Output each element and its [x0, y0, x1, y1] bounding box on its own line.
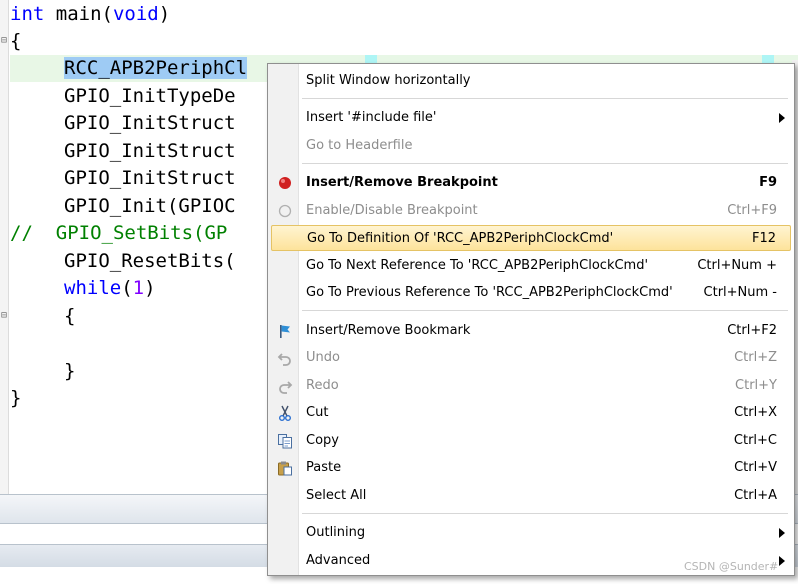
- number-literal: 1: [132, 277, 145, 299]
- menu-item-shortcut: Ctrl+F2: [727, 323, 777, 338]
- menu-item-copy[interactable]: Copy Ctrl+C: [271, 428, 791, 454]
- code-text: main(: [44, 3, 113, 25]
- menu-item-shortcut: Ctrl+Num +: [697, 258, 777, 273]
- keyword-while: while: [64, 277, 122, 299]
- keyword-void: void: [112, 3, 159, 25]
- menu-separator: [302, 98, 788, 99]
- menu-item-label: Go To Previous Reference To 'RCC_APB2Per…: [306, 285, 673, 300]
- menu-item-undo[interactable]: Undo Ctrl+Z: [271, 345, 791, 371]
- fold-marker-main[interactable]: ⊟: [0, 36, 8, 46]
- menu-item-shortcut: Ctrl+Y: [735, 378, 777, 393]
- menu-item-shortcut: Ctrl+V: [734, 460, 777, 475]
- code-line-9-comment: // GPIO_SetBits(GP: [10, 222, 228, 244]
- breakpoint-icon: [279, 177, 291, 189]
- code-text: ): [144, 277, 156, 299]
- paste-icon: [278, 461, 292, 476]
- menu-item-shortcut: Ctrl+C: [733, 433, 777, 448]
- code-line-5: GPIO_InitStruct: [64, 112, 236, 134]
- submenu-arrow-icon: [779, 528, 785, 538]
- code-line-10: GPIO_ResetBits(: [64, 250, 236, 272]
- code-line-14: }: [10, 387, 22, 409]
- submenu-arrow-icon: [779, 556, 785, 566]
- menu-item-shortcut: Ctrl+F9: [727, 203, 777, 218]
- bookmark-flag-icon: [280, 325, 290, 338]
- menu-item-go-to-next-reference[interactable]: Go To Next Reference To 'RCC_APB2PeriphC…: [271, 253, 791, 279]
- menu-item-insert-remove-bookmark[interactable]: Insert/Remove Bookmark Ctrl+F2: [271, 318, 791, 344]
- submenu-arrow-icon: [779, 113, 785, 123]
- menu-item-label: Select All: [306, 488, 367, 503]
- menu-item-go-to-headerfile[interactable]: Go to Headerfile: [271, 133, 791, 159]
- menu-item-shortcut: Ctrl+X: [734, 405, 777, 420]
- menu-item-insert-include[interactable]: Insert '#include file': [271, 105, 791, 131]
- code-text: ): [158, 3, 171, 25]
- code-line-2: {: [10, 30, 22, 52]
- menu-item-label: Insert/Remove Breakpoint: [306, 175, 498, 190]
- code-line-7: GPIO_InitStruct: [64, 167, 236, 189]
- keyword-int: int: [10, 3, 45, 25]
- undo-icon: [277, 353, 291, 366]
- code-line-6: GPIO_InitStruct: [64, 140, 236, 162]
- fold-marker-while[interactable]: ⊟: [0, 311, 8, 321]
- menu-item-label: Insert/Remove Bookmark: [306, 323, 471, 338]
- code-line-11: while(1): [64, 275, 156, 302]
- menu-item-paste[interactable]: Paste Ctrl+V: [271, 455, 791, 481]
- menu-item-go-to-definition[interactable]: Go To Definition Of 'RCC_APB2PeriphClock…: [271, 225, 791, 251]
- menu-item-split-window[interactable]: Split Window horizontally: [271, 68, 791, 94]
- code-line-1: int main(void): [10, 1, 170, 28]
- menu-item-label: Paste: [306, 460, 342, 475]
- menu-item-cut[interactable]: Cut Ctrl+X: [271, 400, 791, 426]
- code-line-4: GPIO_InitTypeDe: [64, 85, 236, 107]
- menu-item-label: Outlining: [306, 525, 366, 540]
- menu-item-select-all[interactable]: Select All Ctrl+A: [271, 483, 791, 509]
- context-menu: Split Window horizontally Insert '#inclu…: [267, 63, 795, 576]
- copy-icon: [278, 434, 292, 449]
- menu-item-label: Advanced: [306, 553, 371, 568]
- editor-gutter: [0, 0, 9, 494]
- code-line-3: RCC_APB2PeriphCl: [64, 55, 248, 82]
- watermark: CSDN @Sunder#: [684, 560, 779, 573]
- menu-item-redo[interactable]: Redo Ctrl+Y: [271, 373, 791, 399]
- menu-item-label: Enable/Disable Breakpoint: [306, 203, 478, 218]
- code-text: (: [121, 277, 133, 299]
- menu-item-label: Copy: [306, 433, 339, 448]
- code-line-12: {: [64, 305, 76, 327]
- scissors-icon: [279, 405, 291, 421]
- menu-separator: [302, 163, 788, 164]
- menu-item-label: Undo: [306, 350, 340, 365]
- menu-item-label: Split Window horizontally: [306, 73, 471, 88]
- menu-item-label: Redo: [306, 378, 339, 393]
- menu-item-shortcut: Ctrl+Num -: [703, 285, 777, 300]
- menu-item-insert-remove-breakpoint[interactable]: Insert/Remove Breakpoint F9: [271, 170, 791, 196]
- menu-item-enable-disable-breakpoint[interactable]: Enable/Disable Breakpoint Ctrl+F9: [271, 198, 791, 224]
- menu-item-shortcut: Ctrl+A: [734, 488, 777, 503]
- menu-separator: [302, 310, 788, 311]
- menu-item-label: Go To Next Reference To 'RCC_APB2PeriphC…: [306, 258, 649, 273]
- menu-item-shortcut: Ctrl+Z: [734, 350, 777, 365]
- selected-identifier[interactable]: RCC_APB2PeriphCl: [64, 57, 248, 79]
- code-line-8: GPIO_Init(GPIOC: [64, 195, 236, 217]
- breakpoint-toggle-icon: [278, 204, 292, 218]
- menu-item-shortcut: F9: [759, 175, 777, 190]
- menu-separator: [302, 513, 788, 514]
- menu-item-label: Cut: [306, 405, 329, 420]
- menu-item-label: Insert '#include file': [306, 110, 437, 125]
- menu-item-label: Go to Headerfile: [306, 138, 413, 153]
- menu-item-outlining[interactable]: Outlining: [271, 520, 791, 546]
- menu-item-label: Go To Definition Of 'RCC_APB2PeriphClock…: [307, 231, 614, 246]
- menu-item-go-to-previous-reference[interactable]: Go To Previous Reference To 'RCC_APB2Per…: [271, 280, 791, 306]
- menu-item-shortcut: F12: [751, 231, 776, 246]
- code-line-13: }: [64, 360, 76, 382]
- redo-icon: [279, 381, 293, 394]
